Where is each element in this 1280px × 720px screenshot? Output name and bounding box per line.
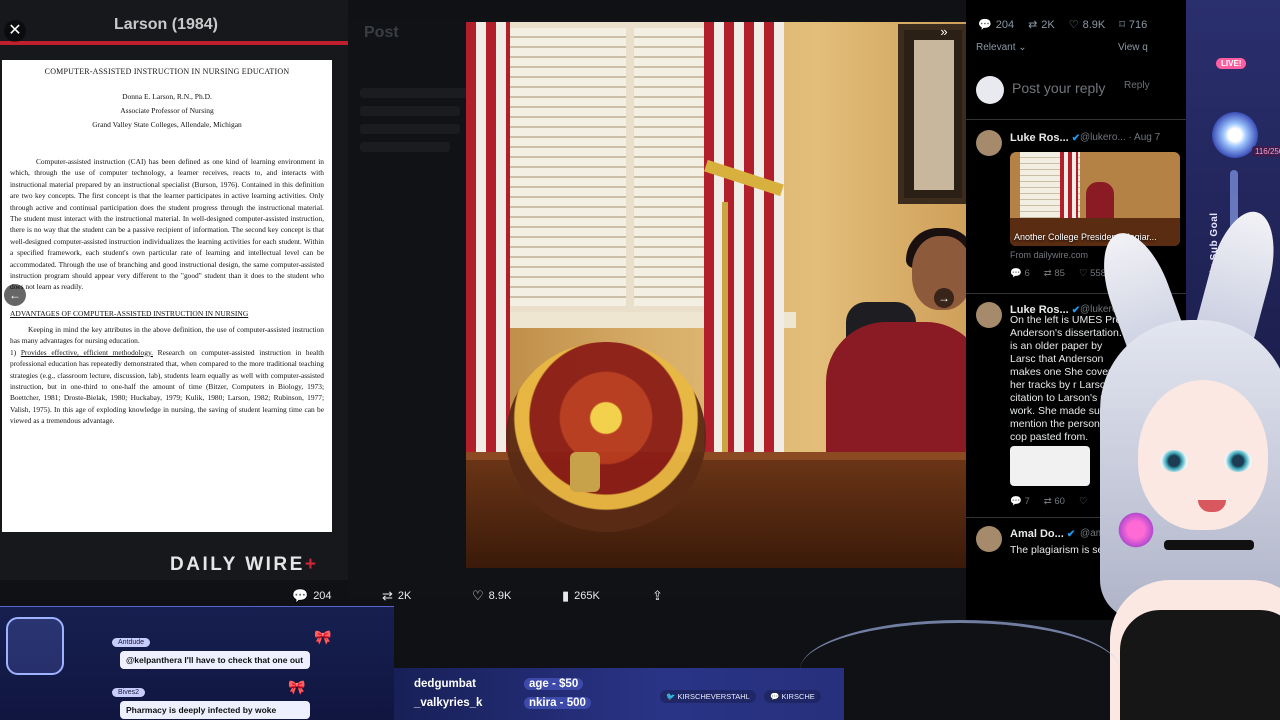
chat-username: Antdude [112,638,151,647]
chat-text: @kelpanthera I'll have to check that one… [120,651,310,669]
decorative-arc [800,620,1120,720]
stream-chat: Antdude @kelpanthera I'll have to check … [0,606,394,720]
chat-message: Bives2 Pharmacy is deeply infected by wo… [92,681,310,719]
reply-icon: 💬 [292,588,309,603]
vase [570,452,600,492]
heart-icon: ♡ [1068,19,1079,31]
wall-portrait [898,24,966,204]
ticker-item: _valkyries_k [414,697,483,709]
share-icon: ⇪ [652,588,663,603]
close-icon[interactable]: ✕ [4,20,26,42]
repost-icon: ⇄ [1028,19,1038,31]
document-panel: Larson (1984) COMPUTER-ASSISTED INSTRUCT… [0,0,348,580]
paper-item-body: Research on computer-assisted instructio… [10,347,324,426]
paper-author-block: Donna E. Larson, R.N., Ph.D. Associate P… [10,90,324,132]
share-action[interactable]: ⇪ [652,588,663,604]
chart-icon: ▮ [562,588,570,603]
text-line [360,142,450,152]
reply-action[interactable]: 💬 204 [292,588,332,604]
repost-action[interactable]: ⇄ 2K [382,588,411,604]
ticker-item: nkira - 500 [524,697,591,709]
paper-title: COMPUTER-ASSISTED INSTRUCTION IN NURSING… [44,67,290,76]
paper-author-role: Associate Professor of Nursing [120,106,214,115]
reply-stat[interactable]: 💬 204 [978,18,1014,31]
paper-paragraph-1: Computer-assisted instruction (CAI) has … [10,157,324,292]
stream-screen: Post Larson (1984) COMPUTER-ASSISTED INS… [0,0,1280,720]
sort-dropdown[interactable]: Relevant ⌄ [976,42,1027,53]
tweet-handle: @lukero... · Aug 7 [1080,132,1161,143]
sub-goal-count: 116/250 [1252,146,1280,157]
ticker-item: dedgumbat [414,678,476,690]
reply-icon: 💬 [978,19,992,31]
like-stat[interactable]: ♡ 8.9K [1069,18,1106,31]
document-title: Larson (1984) [113,16,219,33]
flag-right [704,22,784,492]
avatar[interactable] [976,130,1002,156]
chat-message: Antdude @kelpanthera I'll have to check … [92,631,310,669]
logo-text: DAILY WIRE [170,554,305,575]
paper-paragraph-2: Keeping in mind the key attributes in th… [10,324,324,346]
chat-username: Bives2 [112,688,146,697]
chevron-down-icon: ⌄ [1015,42,1027,53]
bookmark-stat[interactable]: ⌑ 716 [1119,18,1147,31]
avatar-eye-right [1224,450,1252,472]
paper-item-title: Provides effective, efficient methodolog… [20,347,154,357]
avatar [976,76,1004,104]
divider [0,41,348,45]
daily-wire-logo: DAILY WIRE+ [170,554,318,576]
previous-arrow-icon[interactable]: ← [4,284,26,306]
live-badge: LIVE! [1216,58,1247,69]
avatar-outfit [1120,610,1280,720]
paper-heading: ADVANTAGES OF COMPUTER-ASSISTED INSTRUCT… [10,308,249,318]
bow-icon: 🎀 [288,679,306,695]
discord-handle: 💬 KIRSCHE [764,690,821,703]
twitter-handle: 🐦 KIRSCHEVERSTAHL [660,690,756,703]
repost-stat[interactable]: ⇄ 2K [1028,18,1055,31]
reply-button[interactable]: Reply [1124,80,1150,91]
reply-count: 204 [313,590,332,602]
reply-composer: Post your reply Reply [966,62,1186,120]
paper-author-name: Donna E. Larson, R.N., Ph.D. [122,92,212,101]
chat-icon [6,617,64,675]
paper-author-org: Grand Valley State Colleges, Allendale, … [92,120,242,129]
verified-icon: ✔ [1071,133,1081,144]
document-title-bar: Larson (1984) [0,0,348,44]
avatar[interactable] [976,302,1002,328]
like-action[interactable]: ♡ 8.9K [472,588,511,604]
repost-icon: ⇄ [382,588,393,603]
avatar[interactable] [976,526,1002,552]
collapse-panel-icon[interactable]: » [934,22,954,42]
post-header: Post [364,24,399,41]
avatar-choker [1164,540,1254,550]
paper-list-item: 1) Provides effective, efficient methodo… [10,347,324,427]
chat-text: Pharmacy is deeply infected by woke [120,701,310,719]
views-action[interactable]: ▮ 265K [562,588,600,604]
twitter-icon: 🐦 [666,692,678,701]
flower-icon [1116,510,1156,550]
post-stats: 💬 204 ⇄ 2K ♡ 8.9K ⌑ 716 [978,18,1147,31]
logo-plus: + [304,554,319,575]
bow-icon: 🎀 [314,629,332,645]
view-count: 265K [574,590,600,602]
next-arrow-icon[interactable]: → [934,288,954,308]
repost-count: 2K [397,590,412,602]
ticker-item: age - $50 [524,678,584,690]
heart-icon: ♡ [472,588,484,603]
paper-page: COMPUTER-ASSISTED INSTRUCTION IN NURSING… [2,60,332,532]
text-line [360,124,460,134]
like-count: 8.9K [488,590,512,602]
bookmark-icon: ⌑ [1119,19,1125,31]
text-line [360,88,470,98]
flag-left [466,22,510,492]
discord-icon: 💬 [770,692,782,701]
post-actions-bar: 💬 204 ⇄ 2K ♡ 8.9K ▮ 265K ⇪ [290,588,690,608]
post-photo[interactable] [466,22,966,568]
avatar-eye-left [1160,450,1188,472]
flower-arrangement [506,342,706,532]
tweet-author[interactable]: Luke Ros... ✔ [1010,132,1080,144]
text-line [360,106,460,116]
view-quotes-link[interactable]: View q [1118,42,1148,53]
reply-input[interactable]: Post your reply [1012,80,1105,96]
paper-item-number: 1) [10,347,17,357]
